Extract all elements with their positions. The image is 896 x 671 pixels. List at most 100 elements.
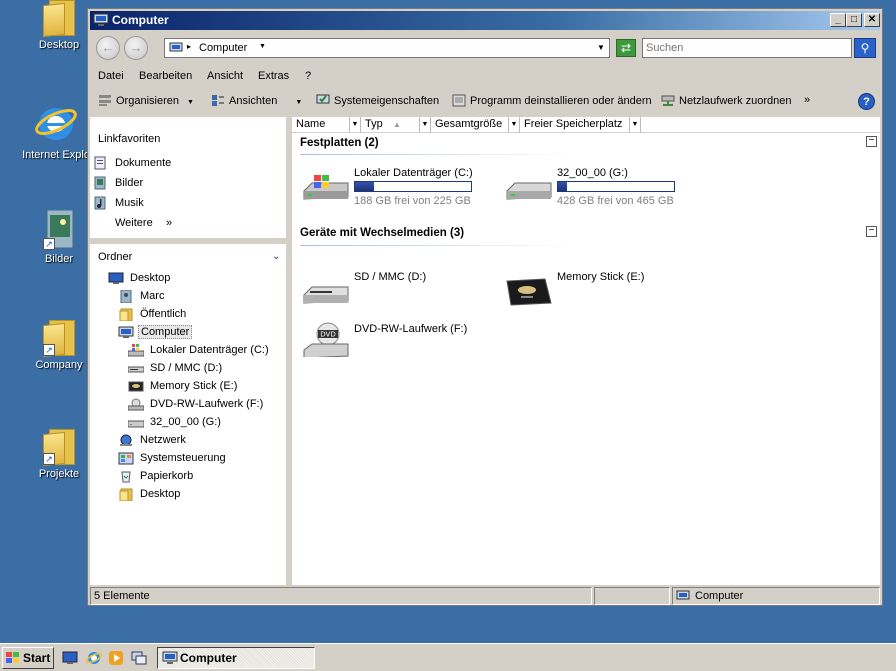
windows-drive-icon — [128, 344, 144, 357]
column-total-size[interactable]: Gesamtgröße ▼ — [431, 117, 520, 133]
media-player-icon[interactable] — [108, 650, 124, 666]
network-drive-icon — [661, 95, 675, 106]
chevron-down-icon: ▼ — [187, 99, 194, 106]
folder-shortcut-icon: ↗ — [43, 320, 75, 358]
drive-item-e[interactable]: Memory Stick (E:) — [505, 271, 685, 313]
windows-drive-icon — [303, 175, 349, 200]
drive-item-g[interactable]: 32_00_00 (G:) 428 GB frei von 465 GB — [505, 167, 685, 209]
user-folder-icon — [120, 290, 132, 303]
address-history-dropdown-icon[interactable]: ▼ — [597, 43, 605, 52]
drive-usage-bar — [557, 181, 675, 192]
network-icon — [120, 434, 132, 446]
explorer-window: Computer _ □ ✕ ← → ▸ Computer ▼ ▼ ⇄ ⚲ Da… — [87, 8, 883, 606]
drive-item-c[interactable]: Lokaler Datenträger (C:) 188 GB frei von… — [302, 167, 482, 209]
chevron-down-icon[interactable]: ▼ — [629, 117, 640, 132]
status-location: Computer — [672, 587, 880, 605]
menu-bearbeiten[interactable]: Bearbeiten — [139, 70, 192, 82]
close-button[interactable]: ✕ — [864, 13, 880, 27]
desktop-icon-label: Company — [35, 359, 83, 371]
arrow-left-icon: ← — [101, 40, 115, 55]
chevron-down-icon[interactable]: ⌄ — [272, 251, 280, 262]
folder-icon — [43, 0, 75, 38]
forward-button[interactable]: → — [124, 36, 148, 60]
column-name[interactable]: Name ▼ — [292, 117, 361, 133]
address-bar: ← → ▸ Computer ▼ ▼ ⇄ ⚲ — [90, 32, 880, 64]
address-location[interactable]: Computer — [199, 42, 247, 54]
search-input[interactable] — [643, 39, 843, 57]
drive-item-f[interactable]: DVD DVD-RW-Laufwerk (F:) — [302, 322, 482, 365]
status-bar: 5 Elemente Computer — [90, 587, 880, 605]
maximize-button[interactable]: □ — [846, 13, 862, 27]
show-desktop-icon[interactable] — [62, 650, 78, 666]
desktop-icon-internet-explorer[interactable]: Internet Explo — [14, 100, 98, 161]
drive-name: Memory Stick (E:) — [557, 271, 645, 283]
double-chevron-icon: » — [166, 217, 173, 229]
content-pane: Name ▼ Typ ▲ ▼ Gesamtgröße ▼ Freier Speicher… — [292, 117, 880, 585]
system-properties-icon — [316, 94, 330, 104]
map-network-drive-button[interactable]: Netzlaufwerk zuordnen — [661, 94, 792, 107]
start-button[interactable]: Start — [2, 647, 54, 669]
hard-drive-icon — [506, 182, 552, 200]
computer-icon — [169, 42, 183, 52]
folders-heading[interactable]: Ordner — [98, 251, 132, 263]
search-button[interactable]: ⚲ — [854, 38, 876, 58]
chevron-down-icon: ▼ — [295, 99, 303, 106]
menu-extras[interactable]: Extras — [258, 70, 289, 82]
programs-icon — [452, 94, 466, 107]
status-item-count: 5 Elemente — [90, 587, 592, 605]
desktop-icon — [108, 272, 124, 284]
chevron-down-icon[interactable]: ▼ — [259, 43, 266, 50]
chevron-down-icon[interactable]: ▼ — [508, 117, 519, 132]
uninstall-program-button[interactable]: Programm deinstallieren oder ändern — [452, 94, 652, 107]
documents-icon — [94, 156, 106, 170]
help-icon[interactable]: ? — [858, 93, 875, 110]
chevron-right-icon: ▸ — [187, 42, 192, 51]
column-headers: Name ▼ Typ ▲ ▼ Gesamtgröße ▼ Freier Speicher… — [292, 117, 880, 133]
pane-divider[interactable] — [90, 238, 288, 244]
folder-icon — [119, 488, 133, 501]
card-reader-icon — [303, 286, 349, 304]
search-icon: ⚲ — [860, 41, 870, 55]
window-title: Computer — [112, 13, 169, 27]
minimize-button[interactable]: _ — [830, 13, 846, 27]
drive-free-space: 428 GB frei von 465 GB — [557, 195, 674, 207]
more-commands-button[interactable]: » — [804, 94, 810, 106]
views-button[interactable]: Ansichten ▼ — [211, 94, 302, 107]
drive-usage-fill — [355, 182, 374, 191]
group-header-hard-disks[interactable]: Festplatten (2) — [300, 137, 379, 149]
chevron-down-icon[interactable]: ▼ — [349, 117, 360, 132]
menu-datei[interactable]: Datei — [98, 70, 124, 82]
search-box[interactable] — [642, 38, 852, 58]
menu-bar: Datei Bearbeiten Ansicht Extras ? — [90, 67, 880, 87]
taskbar-button-computer[interactable]: Computer — [157, 647, 315, 669]
desktop-icon-label: Desktop — [38, 39, 80, 51]
switch-windows-icon[interactable] — [131, 650, 147, 666]
drive-name: 32_00_00 (G:) — [557, 167, 628, 179]
desktop-icon-label: Projekte — [38, 468, 80, 480]
computer-icon — [93, 13, 109, 26]
collapse-group-button[interactable]: − — [866, 226, 877, 237]
svg-text:DVD: DVD — [320, 331, 335, 339]
collapse-group-button[interactable]: − — [866, 136, 877, 147]
back-button[interactable]: ← — [96, 36, 120, 60]
system-properties-button[interactable]: Systemeigenschaften — [316, 94, 439, 107]
column-type[interactable]: Typ ▲ ▼ — [361, 117, 431, 133]
drive-item-d[interactable]: SD / MMC (D:) — [302, 271, 482, 313]
memory-stick-icon — [128, 381, 144, 392]
card-reader-icon — [128, 366, 144, 373]
desktop-icon-label: Bilder — [44, 253, 74, 265]
title-bar[interactable]: Computer _ □ ✕ — [90, 11, 880, 30]
status-empty-cell — [594, 587, 670, 605]
column-free-space[interactable]: Freier Speicherplatz ▼ — [520, 117, 641, 133]
internet-explorer-icon[interactable] — [86, 650, 102, 666]
chevron-down-icon[interactable]: ▼ — [419, 117, 430, 132]
menu-help[interactable]: ? — [305, 70, 311, 82]
menu-ansicht[interactable]: Ansicht — [207, 70, 243, 82]
refresh-button[interactable]: ⇄ — [616, 39, 636, 57]
group-divider — [300, 154, 574, 155]
organize-button[interactable]: Organisieren ▼ — [98, 94, 194, 107]
address-field[interactable]: ▸ Computer ▼ ▼ — [164, 38, 610, 58]
pictures-shortcut-icon: ↗ — [43, 209, 75, 250]
sort-ascending-icon: ▲ — [393, 120, 401, 129]
group-header-removable[interactable]: Geräte mit Wechselmedien (3) — [300, 227, 464, 239]
